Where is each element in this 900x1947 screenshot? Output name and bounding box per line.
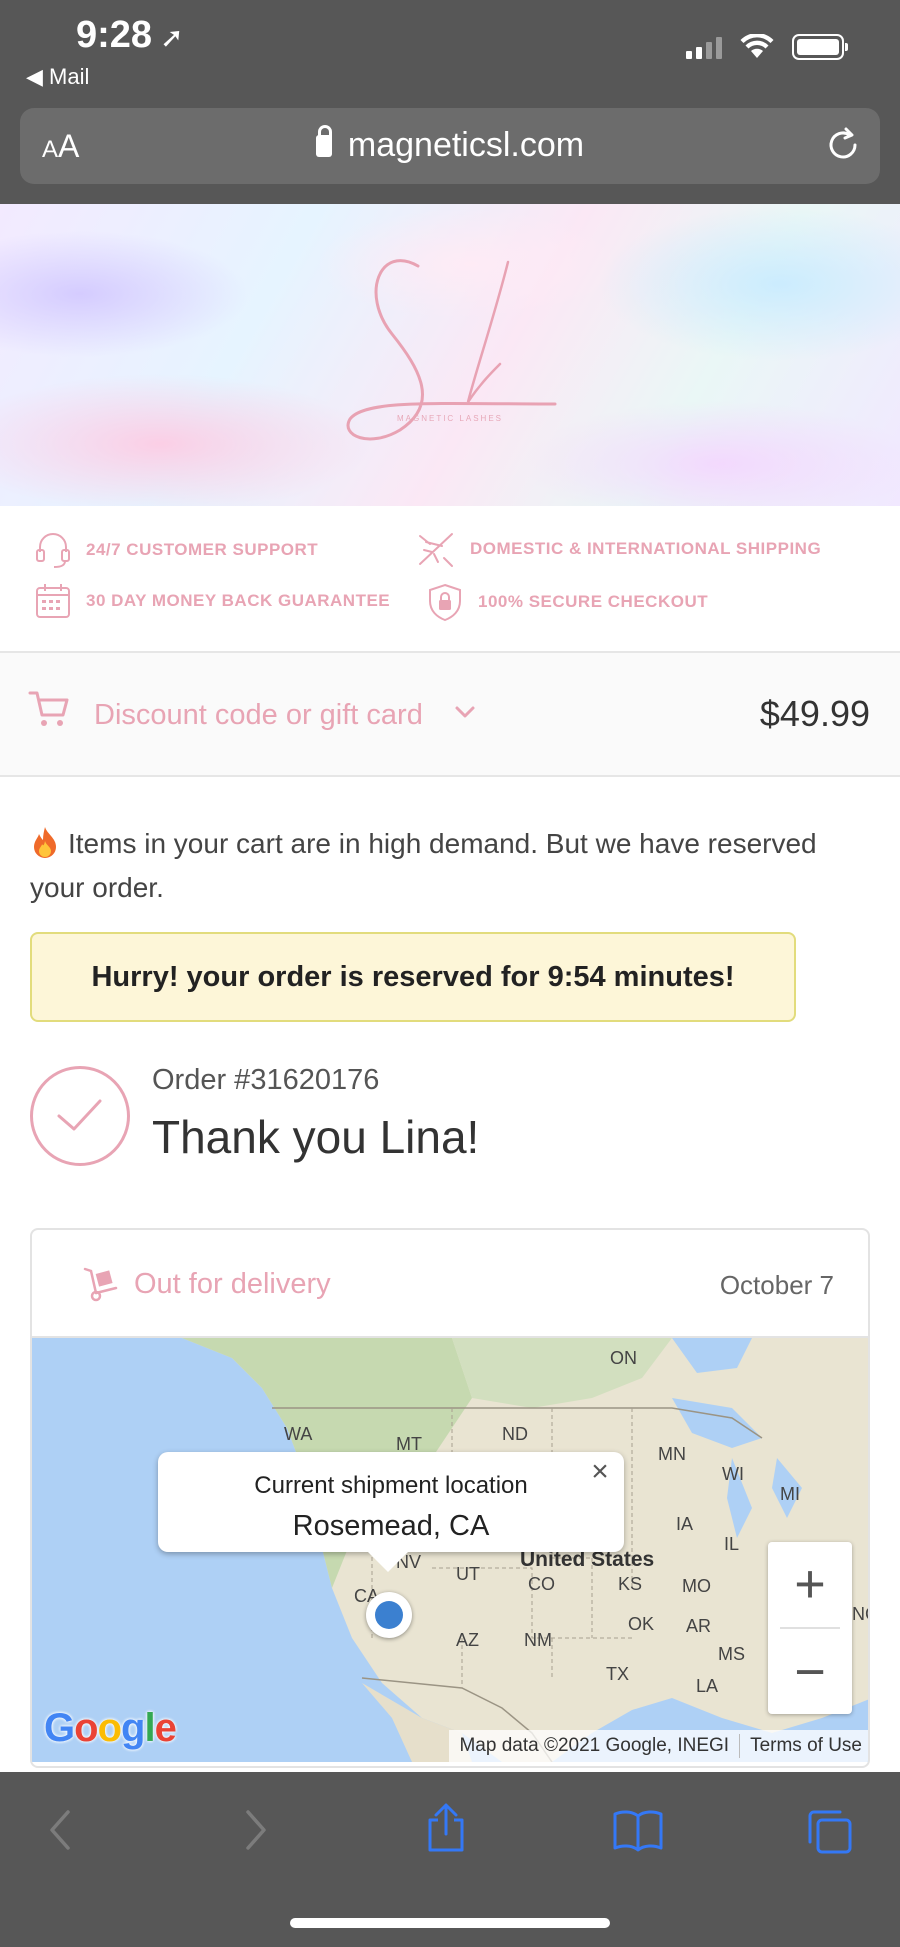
map-label-nc: NC [852, 1604, 868, 1624]
map-label-ut: UT [456, 1564, 480, 1584]
url-display[interactable]: magneticsl.com [20, 125, 880, 165]
map-label-il: IL [724, 1534, 740, 1554]
map-label-on: ON [610, 1348, 637, 1368]
map-label-ok: OK [628, 1614, 655, 1634]
delivery-status-text: Out for delivery [134, 1268, 331, 1300]
brand-logo [346, 259, 557, 441]
status-time: 9:28 ➚ [76, 14, 184, 56]
address-bar[interactable]: AA magneticsl.com [20, 108, 880, 184]
shipment-location-marker[interactable] [366, 1592, 412, 1638]
map-label-ar: AR [686, 1616, 712, 1636]
map-label-ia: IA [676, 1514, 694, 1534]
terms-of-use-link[interactable]: Terms of Use [740, 1735, 868, 1757]
plane-icon [419, 533, 453, 567]
chevron-down-icon[interactable] [454, 705, 476, 719]
order-number: Order #31620176 [152, 1064, 380, 1096]
lock-icon [315, 125, 332, 157]
cellular-signal-icon [686, 35, 722, 59]
map-label-ks: KS [618, 1574, 643, 1594]
checkmark-circle-icon [30, 1066, 130, 1166]
zoom-out-button[interactable]: − [768, 1630, 852, 1714]
shield-lock-icon [429, 583, 461, 622]
delivery-status-header: Out for delivery October 7 [32, 1230, 868, 1338]
map-label-ms: MS [718, 1644, 745, 1664]
shipment-map[interactable]: ON WA MT ND MN WI MI IA IL NV UT CO KS M… [32, 1338, 868, 1762]
delivery-status-card: Out for delivery October 7 ON WA MT ND M… [30, 1228, 870, 1768]
map-label-mn: MN [658, 1444, 686, 1464]
map-label-co: CO [528, 1574, 555, 1594]
reload-icon[interactable] [824, 126, 862, 164]
store-banner: MAGNETIC LASHES [0, 204, 900, 506]
feature-support: 24/7 CUSTOMER SUPPORT [34, 530, 318, 570]
cart-icon [28, 691, 69, 726]
calendar-icon [36, 584, 70, 618]
map-data-credit: Map data ©2021 Google, INEGI [459, 1735, 730, 1756]
feature-secure: 100% SECURE CHECKOUT [426, 582, 708, 622]
fire-icon [34, 827, 56, 858]
wifi-icon [740, 34, 774, 58]
order-summary-toggle[interactable]: Discount code or gift card $49.99 [0, 653, 900, 777]
map-label-tx: TX [606, 1664, 630, 1684]
demand-notice: Items in your cart are in high demand. B… [30, 822, 850, 910]
discount-toggle-label[interactable]: Discount code or gift card [94, 699, 423, 732]
forward-icon[interactable] [242, 1808, 270, 1852]
zoom-in-button[interactable]: + [768, 1542, 852, 1626]
location-info-window: Current shipment location Rosemead, CA × [158, 1452, 624, 1572]
status-icons [686, 34, 848, 60]
tabs-icon[interactable] [804, 1808, 854, 1856]
order-total: $49.99 [759, 693, 870, 734]
delivery-date: October 7 [719, 1270, 834, 1300]
features-bar: 24/7 CUSTOMER SUPPORT DOMESTIC & INTERNA… [0, 506, 900, 653]
map-label-nm: NM [524, 1630, 552, 1650]
map-label-mo: MO [682, 1576, 711, 1596]
share-icon[interactable] [424, 1802, 468, 1854]
map-label-az: AZ [456, 1630, 480, 1650]
feature-shipping: DOMESTIC & INTERNATIONAL SHIPPING [416, 530, 821, 568]
map-zoom-controls: + − [768, 1542, 852, 1714]
map-attribution: Map data ©2021 Google, INEGI Terms of Us… [449, 1730, 868, 1762]
location-popup-city: Rosemead, CA [292, 1510, 490, 1542]
bookmarks-icon[interactable] [612, 1808, 664, 1852]
thank-you-heading: Thank you Lina! [152, 1111, 480, 1163]
location-arrow-icon: ➚ [160, 22, 184, 53]
feature-guarantee: 30 DAY MONEY BACK GUARANTEE [34, 582, 390, 620]
map-label-la: LA [696, 1676, 719, 1696]
browser-bottom-toolbar [0, 1772, 900, 1947]
close-icon[interactable]: × [584, 1456, 616, 1488]
map-label-wa: WA [284, 1424, 313, 1444]
home-indicator[interactable] [290, 1918, 610, 1928]
google-logo[interactable]: Google [44, 1706, 177, 1751]
browser-top-chrome: 9:28 ➚ ◀ Mail AA magneticsl.com [0, 0, 900, 204]
back-icon[interactable] [46, 1808, 74, 1852]
map-label-wi: WI [722, 1464, 744, 1484]
headset-icon [36, 533, 70, 568]
brand-tagline: MAGNETIC LASHES [396, 414, 503, 423]
location-popup-title: Current shipment location [254, 1472, 528, 1499]
reservation-timer-banner: Hurry! your order is reserved for 9:54 m… [30, 932, 796, 1022]
battery-icon [792, 34, 848, 60]
back-to-mail-link[interactable]: ◀ Mail [26, 64, 89, 90]
map-label-nd: ND [502, 1424, 528, 1444]
hand-truck-icon [83, 1267, 118, 1302]
map-label-mi: MI [780, 1484, 800, 1504]
